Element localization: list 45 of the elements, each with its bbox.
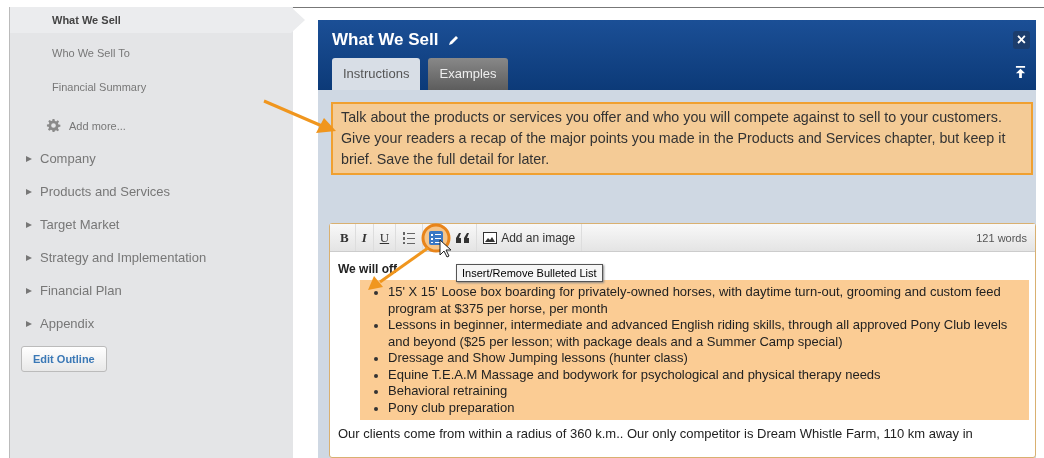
chapter-item[interactable]: Company	[40, 151, 96, 166]
list-item: 15' X 15' Loose box boarding for privately-owned horses, with daytime turn-out, grooming and custom feed program at $375 per horse, per month	[374, 284, 1021, 317]
expand-triangle-icon[interactable]	[26, 221, 32, 228]
list-item: Dressage and Show Jumping lessons (hunter class)	[374, 350, 1021, 367]
add-more-link[interactable]: Add more...	[69, 119, 126, 132]
outline-item[interactable]: Financial Summary	[10, 75, 305, 109]
expand-triangle-icon[interactable]	[26, 188, 32, 195]
chapter-item[interactable]: Appendix	[40, 316, 95, 331]
list-item: Pony club preparation	[374, 399, 1021, 416]
gear-icon[interactable]	[46, 118, 61, 133]
tab[interactable]: Examples	[428, 58, 508, 90]
bold-button[interactable]: B	[334, 224, 356, 251]
italic-button[interactable]: I	[355, 224, 374, 251]
image-icon	[483, 231, 498, 244]
paragraph-text: Our clients come from within a radius of 360 k.m.. Our only competitor is Dream Whistle Farm, 110 km away in	[338, 426, 973, 441]
close-button[interactable]: ×	[1012, 31, 1030, 49]
highlight-circle	[421, 223, 451, 253]
edit-outline-button[interactable]: Edit Outline	[21, 346, 107, 372]
expand-triangle-icon[interactable]	[26, 320, 32, 327]
chapter-item[interactable]: Financial Plan	[40, 283, 122, 298]
text-editor[interactable]	[329, 223, 1036, 458]
expand-triangle-icon[interactable]	[26, 155, 32, 162]
list-item: Behavioral retraining	[374, 383, 1021, 400]
collapse-up-icon[interactable]	[1015, 65, 1026, 78]
instructions-text: Talk about the products or services you offer and who you will compete against to sell to your customers. Give your readers a recap of the major points you made in the Products and Services chapter, but keep it brief. Save the full detail for later.	[331, 102, 1033, 175]
underline-button[interactable]: U	[373, 224, 397, 251]
mouse-cursor-icon	[439, 239, 452, 258]
chapter-item[interactable]: Products and Services	[40, 184, 171, 199]
list-item: Equine T.E.A.M Massage and bodywork for psychological and physical therapy needs	[374, 366, 1021, 383]
chapter-item[interactable]: Strategy and Implementation	[40, 250, 207, 265]
tooltip: Insert/Remove Bulleted List	[456, 264, 603, 282]
outline-item[interactable]: Who We Sell To	[10, 41, 305, 75]
dialog-title: What We Sell	[332, 30, 439, 50]
quote-icon	[456, 232, 471, 243]
pencil-icon[interactable]	[448, 34, 461, 46]
outline-item[interactable]: What We Sell	[10, 7, 305, 33]
list-item: Lessons in beginner, intermediate and advanced English riding skills, through all approved Pony Club levels and beyond ($25 per lesson; with package deals and a Summer Camp special)	[374, 317, 1021, 350]
word-count: 121 words	[976, 231, 1028, 244]
bulleted-list-icon	[429, 230, 444, 245]
expand-triangle-icon[interactable]	[26, 287, 32, 294]
chapter-item[interactable]: Target Market	[40, 217, 120, 232]
tab[interactable]: Instructions	[332, 58, 421, 90]
numbered-list-icon	[402, 230, 417, 245]
expand-triangle-icon[interactable]	[26, 254, 32, 261]
add-image-button[interactable]: Add an image	[477, 224, 583, 251]
